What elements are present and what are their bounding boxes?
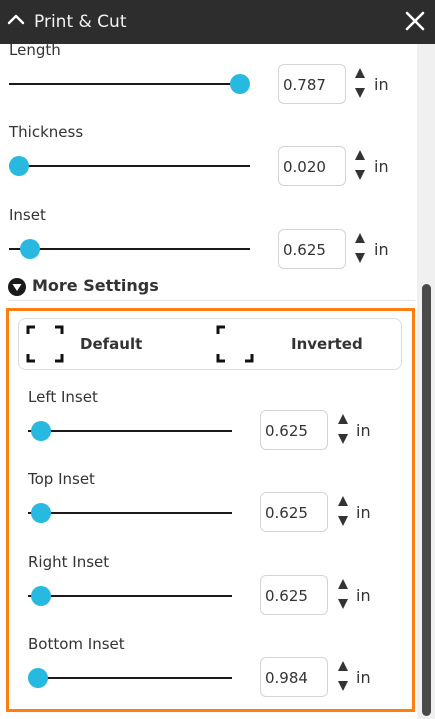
top-inset-label: Top Inset bbox=[28, 470, 95, 488]
corners-outer-icon bbox=[26, 325, 64, 367]
thickness-input[interactable]: 0.020 bbox=[278, 146, 346, 186]
bottom-inset-spinner-icon[interactable] bbox=[337, 659, 349, 695]
inset-input[interactable]: 0.625 bbox=[278, 229, 346, 269]
left-inset-label: Left Inset bbox=[28, 388, 98, 406]
inverted-mode-option[interactable]: Inverted bbox=[209, 319, 401, 369]
divider bbox=[8, 300, 415, 301]
inset-spinner-icon[interactable] bbox=[354, 231, 366, 267]
left-inset-spinner-icon[interactable] bbox=[337, 412, 349, 448]
top-inset-spinner-icon[interactable] bbox=[337, 494, 349, 530]
title-bar: Print & Cut bbox=[0, 0, 435, 44]
scrollbar-thumb[interactable] bbox=[422, 284, 431, 716]
inset-unit: in bbox=[374, 240, 389, 259]
settings-panel: Length 0.787 in Thickness 0.020 in Inset… bbox=[0, 44, 417, 719]
vertical-scrollbar[interactable] bbox=[417, 44, 435, 719]
expand-triangle-icon bbox=[8, 278, 26, 296]
default-mode-option[interactable]: Default bbox=[19, 319, 209, 369]
left-inset-slider-handle[interactable] bbox=[31, 421, 51, 441]
right-inset-unit: in bbox=[356, 586, 371, 605]
top-inset-unit: in bbox=[356, 503, 371, 522]
bottom-inset-label: Bottom Inset bbox=[28, 635, 125, 653]
inverted-mode-label: Inverted bbox=[291, 335, 363, 353]
inset-slider-track[interactable] bbox=[9, 248, 250, 250]
close-icon[interactable] bbox=[403, 9, 427, 33]
right-inset-slider-handle[interactable] bbox=[31, 586, 51, 606]
length-slider-handle[interactable] bbox=[230, 74, 250, 94]
right-inset-label: Right Inset bbox=[28, 553, 110, 571]
length-spinner-icon[interactable] bbox=[354, 66, 366, 102]
top-inset-slider-handle[interactable] bbox=[31, 503, 51, 523]
thickness-slider-handle[interactable] bbox=[9, 156, 29, 176]
left-inset-input[interactable]: 0.625 bbox=[260, 410, 328, 450]
bottom-inset-input[interactable]: 0.984 bbox=[260, 657, 328, 697]
right-inset-input[interactable]: 0.625 bbox=[260, 575, 328, 615]
length-slider-track[interactable] bbox=[9, 83, 241, 85]
bottom-inset-slider-track[interactable] bbox=[28, 677, 232, 679]
right-inset-slider-track[interactable] bbox=[28, 595, 232, 597]
right-inset-spinner-icon[interactable] bbox=[337, 577, 349, 613]
bottom-inset-unit: in bbox=[356, 668, 371, 687]
bottom-inset-slider-handle[interactable] bbox=[28, 668, 48, 688]
inset-slider-handle[interactable] bbox=[20, 239, 40, 259]
more-settings-label: More Settings bbox=[32, 276, 159, 295]
default-mode-label: Default bbox=[80, 335, 143, 353]
top-inset-slider-track[interactable] bbox=[28, 512, 232, 514]
thickness-slider-track[interactable] bbox=[9, 165, 250, 167]
thickness-spinner-icon[interactable] bbox=[354, 148, 366, 184]
inset-label: Inset bbox=[9, 206, 46, 224]
top-inset-input[interactable]: 0.625 bbox=[260, 492, 328, 532]
chevron-up-icon[interactable] bbox=[6, 10, 26, 30]
left-inset-slider-track[interactable] bbox=[28, 430, 232, 432]
thickness-unit: in bbox=[374, 157, 389, 176]
length-input[interactable]: 0.787 bbox=[278, 64, 346, 104]
window-title: Print & Cut bbox=[34, 12, 127, 32]
thickness-label: Thickness bbox=[9, 123, 84, 141]
length-label: Length bbox=[9, 44, 61, 59]
length-unit: in bbox=[374, 75, 389, 94]
inset-mode-toggle: Default Inverted bbox=[18, 318, 402, 370]
corners-inner-icon bbox=[216, 325, 254, 367]
left-inset-unit: in bbox=[356, 421, 371, 440]
